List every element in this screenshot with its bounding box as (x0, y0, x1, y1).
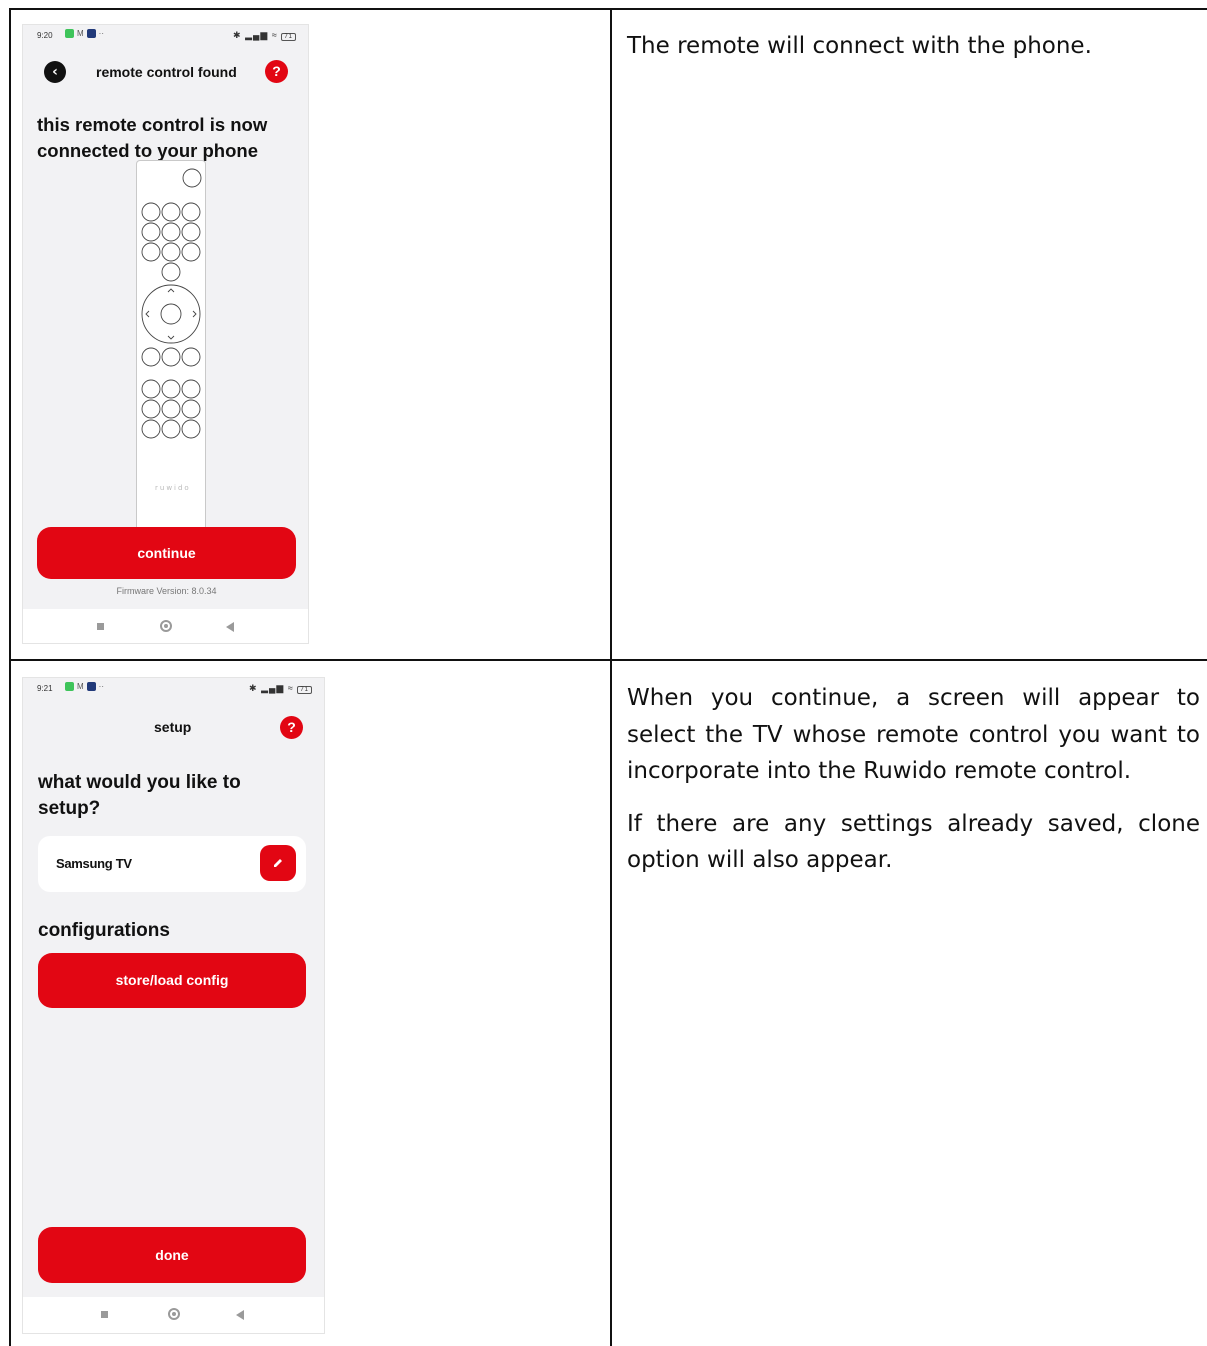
remote-control-illustration: ruwido (136, 160, 206, 530)
android-nav-bar (23, 609, 308, 643)
table-row-divider (9, 659, 1207, 661)
app-icon (86, 682, 96, 691)
done-button[interactable]: done (38, 1227, 306, 1283)
notification-icons: M ·· (65, 29, 104, 38)
app-icon (65, 29, 74, 38)
status-time: 9:20 (37, 31, 53, 40)
device-card[interactable]: Samsung TV (38, 836, 306, 892)
phone-screenshot-remote-found: 9:20 M ·· ✱ ▂▄▆ ≈ 71 ‹ remote control fo… (22, 24, 309, 644)
edit-pencil-icon (274, 859, 282, 867)
configurations-heading: configurations (38, 920, 170, 941)
table-top-border (9, 8, 1207, 10)
bluetooth-icon: ✱ (249, 683, 258, 693)
nav-square-icon[interactable] (101, 1311, 108, 1318)
row2-description: When you continue, a screen will appear … (627, 680, 1200, 895)
description-paragraph: The remote will connect with the phone. (627, 33, 1092, 59)
more-icon: ·· (98, 682, 104, 691)
status-bar: 9:20 M ·· ✱ ▂▄▆ ≈ 71 (23, 25, 308, 49)
nav-back-icon[interactable] (236, 1310, 244, 1320)
android-nav-bar (23, 1297, 324, 1333)
store-load-config-button[interactable]: store/load config (38, 953, 306, 1008)
nav-home-icon[interactable] (160, 620, 172, 632)
screen-title: remote control found (96, 64, 237, 80)
nav-home-icon[interactable] (168, 1308, 180, 1320)
nav-square-icon[interactable] (97, 623, 104, 630)
help-button[interactable]: ? (265, 60, 288, 83)
mail-icon: M (77, 682, 84, 691)
table-middle-divider (610, 8, 612, 1346)
device-name: Samsung TV (56, 856, 132, 871)
help-icon: ? (287, 719, 296, 735)
wifi-icon: ≈ (271, 30, 278, 40)
status-bar: 9:21 M ·· ✱ ▂▄▆ ≈ 71 (23, 678, 324, 702)
status-time: 9:21 (37, 684, 53, 693)
row1-description: The remote will connect with the phone. (627, 28, 1200, 81)
app-icon (65, 682, 74, 691)
system-status-icons: ✱ ▂▄▆ ≈ 71 (233, 30, 296, 41)
firmware-version: Firmware Version: 8.0.34 (116, 586, 217, 596)
connected-heading: this remote control is now connected to … (37, 114, 268, 161)
phone-screenshot-setup: 9:21 M ·· ✱ ▂▄▆ ≈ 71 setup ? what would … (22, 677, 325, 1334)
notification-icons: M ·· (65, 682, 104, 691)
screen-title: setup (154, 719, 192, 735)
battery-icon: 71 (297, 686, 312, 694)
signal-icon: ▂▄▆ (261, 683, 285, 693)
setup-heading: what would you like to setup? (38, 772, 241, 819)
table-left-border (9, 8, 11, 1346)
app-icon (86, 29, 96, 38)
edit-device-button[interactable] (260, 845, 296, 881)
description-paragraph: If there are any settings already saved,… (627, 810, 1200, 874)
help-button[interactable]: ? (280, 716, 303, 739)
back-arrow-icon: ‹ (52, 64, 58, 80)
bluetooth-icon: ✱ (233, 30, 242, 40)
nav-back-icon[interactable] (226, 622, 234, 632)
continue-button[interactable]: continue (37, 527, 296, 579)
battery-icon: 71 (281, 33, 296, 41)
mail-icon: M (77, 29, 84, 38)
help-icon: ? (272, 63, 281, 79)
wifi-icon: ≈ (287, 683, 294, 693)
remote-buttons-drawing (141, 168, 202, 439)
back-button[interactable]: ‹ (44, 61, 66, 83)
more-icon: ·· (98, 29, 104, 38)
description-paragraph: When you continue, a screen will appear … (627, 685, 1200, 784)
remote-brand-logo: ruwido (155, 484, 191, 492)
signal-icon: ▂▄▆ (245, 30, 269, 40)
system-status-icons: ✱ ▂▄▆ ≈ 71 (249, 683, 312, 694)
